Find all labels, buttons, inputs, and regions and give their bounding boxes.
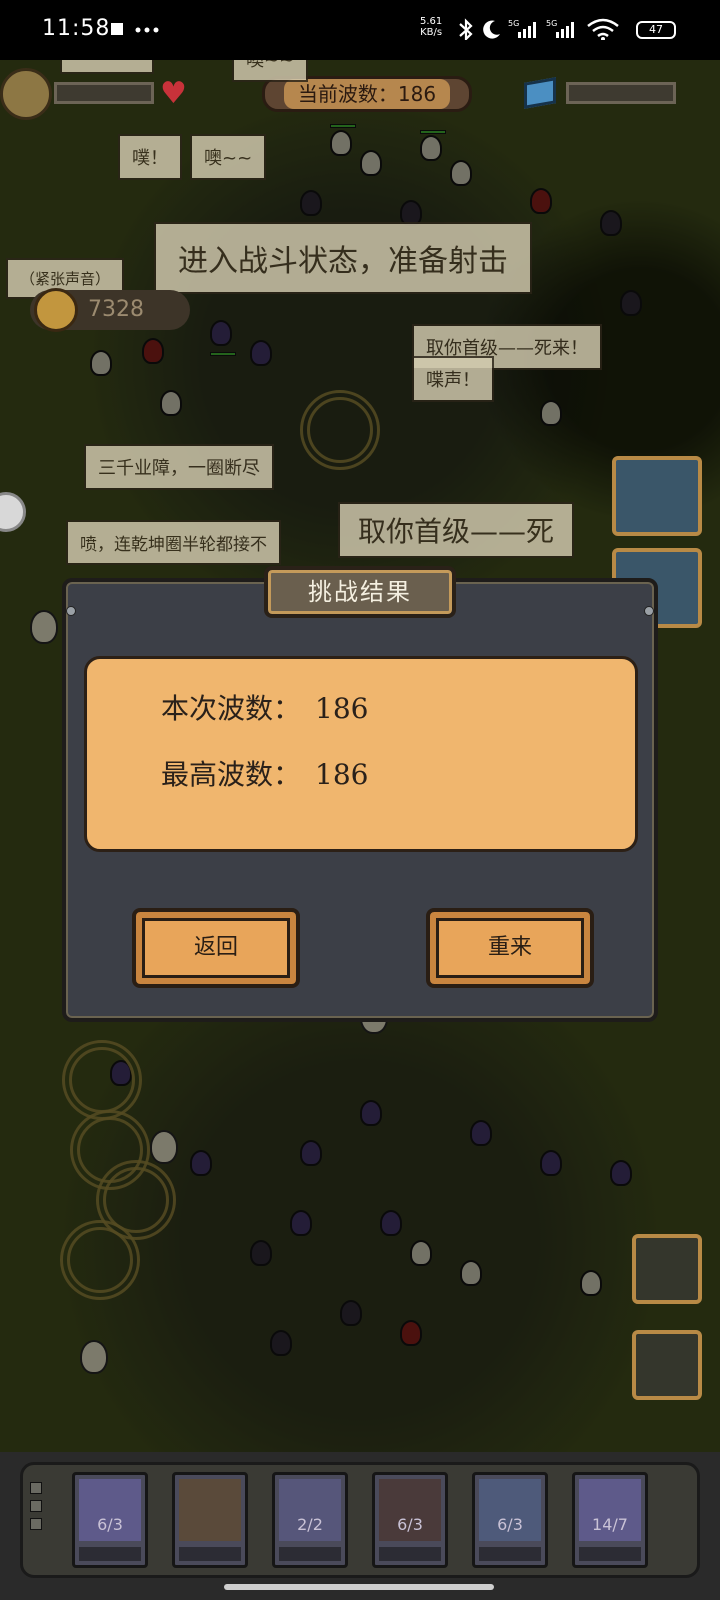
roster-mini-icon	[30, 1500, 42, 1512]
hero-equipment	[379, 1547, 441, 1561]
best-wave-value: 186	[315, 758, 369, 791]
roster-mini-icon	[30, 1518, 42, 1530]
hero-slot[interactable]	[172, 1472, 248, 1568]
current-wave-label: 本次波数：	[161, 692, 302, 725]
hero-equipment	[179, 1547, 241, 1561]
health-meter	[54, 82, 154, 104]
hero-count: 14/7	[592, 1515, 628, 1534]
hero-slot[interactable]: 6/3	[72, 1472, 148, 1568]
speech-bubble: 取你首级——死	[338, 502, 575, 558]
moon-icon	[483, 20, 500, 39]
hero-roster-bar: 6/3 2/2 6/3 6/3 14/7	[0, 1452, 720, 1600]
home-indicator[interactable]	[224, 1584, 494, 1590]
speech-bubble: 噗！	[118, 134, 182, 180]
rivet-icon	[66, 606, 76, 616]
hero-count: 6/3	[497, 1515, 523, 1534]
hero-slot[interactable]: 6/3	[372, 1472, 448, 1568]
settings-gear-icon[interactable]	[0, 68, 52, 120]
hero-equipment	[579, 1547, 641, 1561]
speech-bubble: 进入战斗状态，准备射击	[154, 222, 532, 294]
hero-portrait	[179, 1479, 241, 1541]
heart-icon: ♥	[160, 76, 187, 111]
current-wave-row: 本次波数： 186	[161, 687, 368, 727]
rivet-icon	[644, 606, 654, 616]
best-wave-label: 最高波数：	[161, 758, 302, 791]
more-dots-icon	[135, 27, 159, 33]
hero-skill-button[interactable]	[632, 1234, 702, 1304]
energy-meter	[566, 82, 676, 104]
retry-button[interactable]: 重来	[426, 908, 594, 988]
hero-equipment	[279, 1547, 341, 1561]
battery-indicator: 47	[636, 21, 676, 39]
best-wave-row: 最高波数： 186	[161, 753, 368, 793]
skill-button-arrows[interactable]	[612, 456, 702, 536]
hero-equipment	[479, 1547, 541, 1561]
signal-5g-icon: 5G	[546, 19, 574, 38]
build-skill-button[interactable]	[632, 1330, 702, 1400]
hero-count: 6/3	[397, 1515, 423, 1534]
hero-slot[interactable]: 2/2	[272, 1472, 348, 1568]
speech-bubble: 喷，连乾坤圈半轮都接不	[66, 520, 281, 565]
notification-icon	[111, 23, 123, 35]
wave-label: 当前波数：186	[283, 79, 451, 109]
hero-slot[interactable]: 6/3	[472, 1472, 548, 1568]
speech-bubble: 三千业障，一圈断尽	[84, 444, 274, 490]
hero-count: 6/3	[97, 1515, 123, 1534]
hero-slot[interactable]: 14/7	[572, 1472, 648, 1568]
speech-bubble: 噢~~	[190, 134, 267, 180]
wifi-icon	[587, 18, 619, 40]
signal-5g-icon: 5G	[508, 19, 536, 38]
net-speed: 5.61 KB/s	[420, 16, 443, 38]
hero-count: 2/2	[297, 1515, 323, 1534]
dialog-title: 挑战结果	[264, 566, 456, 618]
svg-text:5G: 5G	[546, 19, 557, 28]
roster-mini-icon	[30, 1482, 42, 1494]
clock: 11:58	[42, 16, 111, 41]
result-card: 本次波数： 186 最高波数： 186	[84, 656, 638, 852]
bluetooth-icon	[459, 18, 473, 40]
svg-text:5G: 5G	[508, 19, 519, 28]
back-button[interactable]: 返回	[132, 908, 300, 988]
hero-equipment	[79, 1547, 141, 1561]
coin-icon	[34, 288, 78, 332]
status-bar: 11:58 5.61 KB/s 5G 5G 47	[0, 0, 720, 60]
speech-bubble: 喋声！	[412, 356, 494, 402]
current-wave-value: 186	[315, 692, 369, 725]
